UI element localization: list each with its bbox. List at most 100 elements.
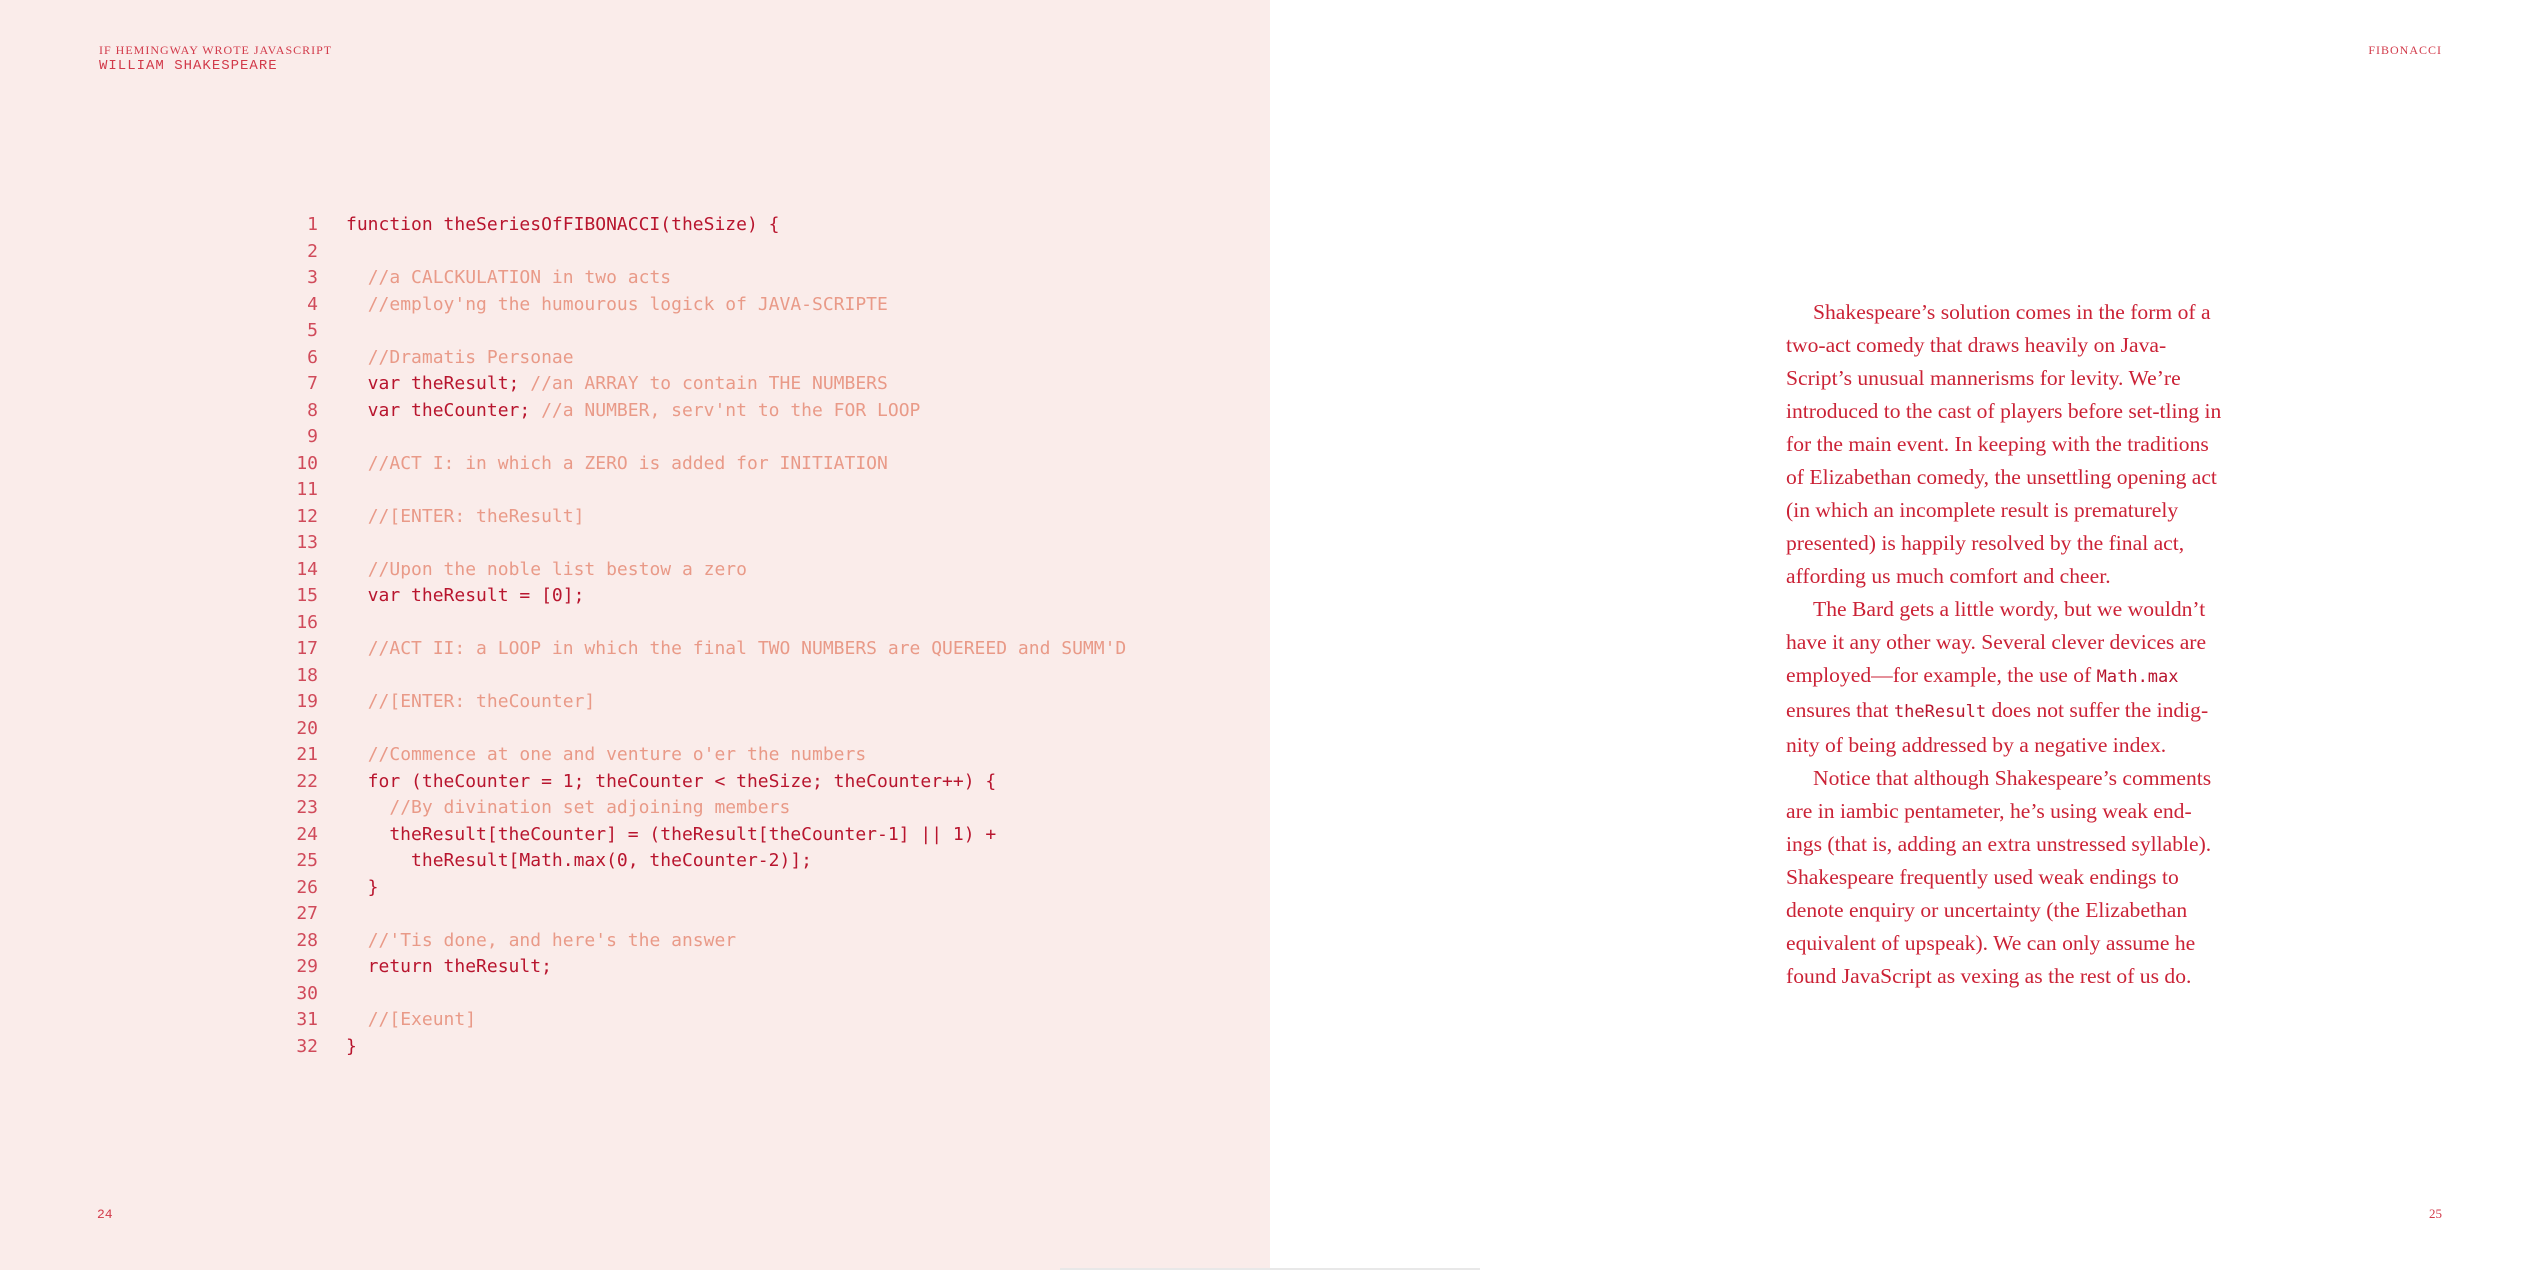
line-content: //[Exeunt]: [346, 1007, 476, 1034]
code-text: for (theCounter = 1; theCounter < theSiz…: [346, 770, 997, 792]
line-number: 11: [296, 479, 318, 500]
code-line: 24 theResult[theCounter] = (theResult[th…: [276, 822, 1126, 849]
line-number: 5: [307, 320, 318, 341]
paragraph-2-text-b: ensures that: [1786, 698, 1894, 722]
line-number: 1: [307, 214, 318, 235]
line-content: //'Tis done, and here's the answer: [346, 928, 736, 955]
code-line: 6 //Dramatis Personae: [276, 345, 1126, 372]
code-line: 8 var theCounter; //a NUMBER, serv'nt to…: [276, 398, 1126, 425]
line-number: 28: [296, 929, 318, 951]
code-line: 10 //ACT I: in which a ZERO is added for…: [276, 451, 1126, 478]
code-comment: //By divination set adjoining members: [389, 797, 791, 818]
code-text: var theResult = [0];: [346, 585, 585, 606]
line-number: 8: [307, 399, 318, 421]
author-name: WILLIAM SHAKESPEARE: [99, 58, 278, 74]
line-number: 29: [296, 956, 318, 977]
inline-code-math-max: Math.max: [2096, 667, 2179, 687]
code-line: 27: [276, 901, 1126, 928]
code-comment: //ACT II: a LOOP in which the final TWO …: [367, 638, 1127, 659]
book-title: IF HEMINGWAY WROTE JAVASCRIPT: [99, 43, 333, 57]
line-content: var theCounter; //a NUMBER, serv'nt to t…: [346, 398, 921, 425]
line-content: //Dramatis Personae: [346, 345, 574, 372]
line-content: var theResult = [0];: [346, 583, 585, 610]
code-listing: 1 function theSeriesOfFIBONACCI(theSize) …: [276, 212, 1126, 1060]
line-content: //employ'ng the humourous logick of JAVA…: [346, 292, 888, 319]
line-number: 12: [296, 505, 318, 527]
commentary-text: Shakespeare’s solution comes in the form…: [1786, 296, 2226, 993]
code-line: 31 //[Exeunt]: [276, 1007, 1126, 1034]
line-content: //Commence at one and venture o'er the n…: [346, 742, 867, 769]
code-line: 30: [276, 981, 1126, 1008]
line-number: 30: [296, 982, 318, 1004]
line-content: //[ENTER: theResult]: [346, 504, 585, 531]
code-line: 17 //ACT II: a LOOP in which the final T…: [276, 636, 1126, 663]
code-text: }: [346, 1035, 357, 1057]
code-line: 18: [276, 663, 1126, 690]
code-line: 15 var theResult = [0];: [276, 583, 1126, 610]
line-number: 22: [296, 770, 318, 792]
code-line: 26 }: [276, 875, 1126, 902]
code-line: 23 //By divination set adjoining members: [276, 795, 1126, 822]
paragraph-3: Notice that although Shakespeare’s comme…: [1786, 766, 2212, 988]
code-line: 14 //Upon the noble list bestow a zero: [276, 557, 1126, 584]
code-line: 13: [276, 530, 1126, 557]
line-number: 19: [296, 691, 318, 712]
line-number: 6: [307, 346, 318, 368]
line-number: 2: [307, 240, 318, 262]
line-number: 3: [307, 267, 318, 288]
code-text: theResult[theCounter] = (theResult[theCo…: [346, 823, 997, 845]
code-line: 5: [276, 318, 1126, 345]
line-content: var theResult; //an ARRAY to contain THE…: [346, 371, 888, 398]
section-title: FIBONACCI: [2368, 43, 2442, 57]
line-content: //[ENTER: theCounter]: [346, 689, 596, 716]
code-comment: //[Exeunt]: [367, 1009, 477, 1030]
code-line: 32}: [276, 1034, 1126, 1061]
line-content: //a CALCKULATION in two acts: [346, 265, 671, 292]
code-line: 4 //employ'ng the humourous logick of JA…: [276, 292, 1126, 319]
line-content: //By divination set adjoining members: [346, 795, 790, 822]
line-number: 20: [296, 717, 318, 739]
paragraph-2: The Bard gets a little wordy, but we wou…: [1786, 593, 2226, 762]
line-number: 16: [296, 611, 318, 633]
code-text: function theSeriesOfFIBONACCI(theSize) {: [346, 214, 780, 235]
code-line: 7 var theResult; //an ARRAY to contain T…: [276, 371, 1126, 398]
page-number-right: 25: [2429, 1206, 2442, 1221]
code-comment: //[ENTER: theResult]: [367, 505, 585, 527]
code-line: 9: [276, 424, 1126, 451]
line-content: //ACT I: in which a ZERO is added for IN…: [346, 451, 888, 478]
code-text: }: [346, 876, 379, 898]
code-line: 2: [276, 239, 1126, 266]
code-line: 3 //a CALCKULATION in two acts: [276, 265, 1126, 292]
code-line: 16: [276, 610, 1126, 637]
code-comment: //employ'ng the humourous logick of JAVA…: [367, 293, 888, 315]
code-line: 25 theResult[Math.max(0, theCounter-2)];: [276, 848, 1126, 875]
code-comment: //Upon the noble list bestow a zero: [367, 558, 747, 580]
line-number: 31: [296, 1009, 318, 1030]
line-number: 24: [296, 823, 318, 845]
code-text: return theResult;: [346, 956, 552, 977]
line-content: }: [346, 1034, 357, 1061]
line-content: }: [346, 875, 379, 902]
line-number: 26: [296, 876, 318, 898]
paragraph-1: Shakespeare’s solution comes in the form…: [1786, 300, 2222, 588]
line-number: 25: [296, 850, 318, 871]
line-number: 10: [296, 452, 318, 474]
code-line: 20: [276, 716, 1126, 743]
line-number: 9: [307, 426, 318, 447]
inline-code-theresult: theResult: [1893, 702, 1987, 722]
code-comment: //ACT I: in which a ZERO is added for IN…: [367, 452, 888, 474]
line-number: 15: [296, 585, 318, 606]
code-comment: //a CALCKULATION in two acts: [367, 267, 672, 288]
code-comment: //an ARRAY to contain THE NUMBERS: [530, 373, 888, 394]
line-number: 27: [296, 903, 318, 924]
line-number: 14: [296, 558, 318, 580]
code-comment: //a NUMBER, serv'nt to the FOR LOOP: [541, 399, 921, 421]
code-line: 29 return theResult;: [276, 954, 1126, 981]
line-number: 21: [296, 744, 318, 765]
code-line: 1 function theSeriesOfFIBONACCI(theSize) …: [276, 212, 1126, 239]
